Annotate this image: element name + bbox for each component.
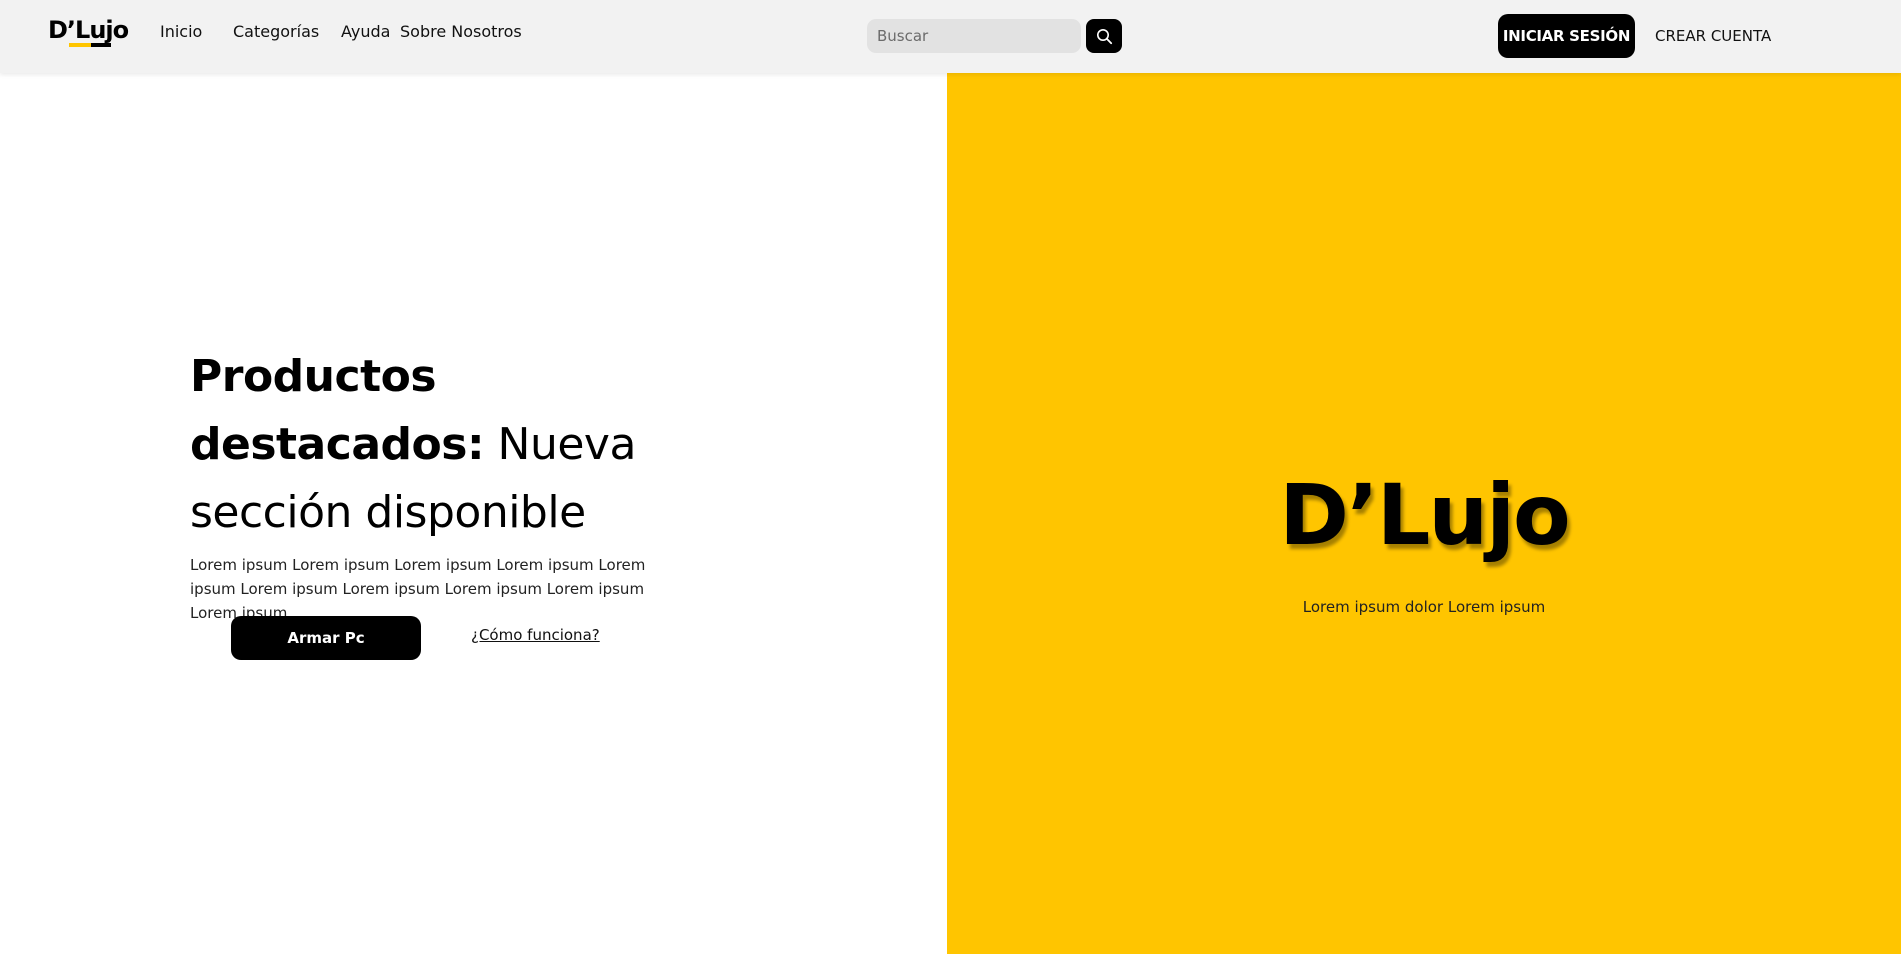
nav-link-ayuda[interactable]: Ayuda [341, 22, 390, 41]
armar-pc-button[interactable]: Armar Pc [231, 616, 421, 660]
hero-title: Productos destacados: Nueva sección disp… [190, 343, 710, 547]
nav-link-categorias[interactable]: Categorías [233, 22, 319, 41]
nav-link-sobre-nosotros[interactable]: Sobre Nosotros [400, 22, 522, 41]
brand-subtitle: Lorem ipsum dolor Lorem ipsum [1302, 598, 1546, 616]
logo[interactable]: D’Lujo [48, 18, 130, 58]
brand-panel: D’Lujo Lorem ipsum dolor Lorem ipsum [947, 73, 1901, 954]
signup-link[interactable]: CREAR CUENTA [1655, 27, 1771, 45]
nav-link-inicio[interactable]: Inicio [160, 22, 202, 41]
hero-section: Productos destacados: Nueva sección disp… [0, 73, 947, 954]
search-button[interactable] [1086, 19, 1122, 53]
search-input[interactable] [867, 19, 1081, 53]
top-navbar: D’Lujo Inicio Categorías Ayuda Sobre Nos… [0, 0, 1901, 73]
como-funciona-link[interactable]: ¿Cómo funciona? [471, 626, 600, 644]
search-icon [1096, 28, 1112, 44]
logo-text: D’Lujo [48, 16, 129, 44]
brand-title: D’Lujo [1279, 466, 1570, 564]
hero-description: Lorem ipsum Lorem ipsum Lorem ipsum Lore… [190, 556, 646, 622]
hero-title-bold: Productos destacados: [190, 351, 485, 470]
login-button[interactable]: INICIAR SESIÓN [1498, 14, 1635, 58]
